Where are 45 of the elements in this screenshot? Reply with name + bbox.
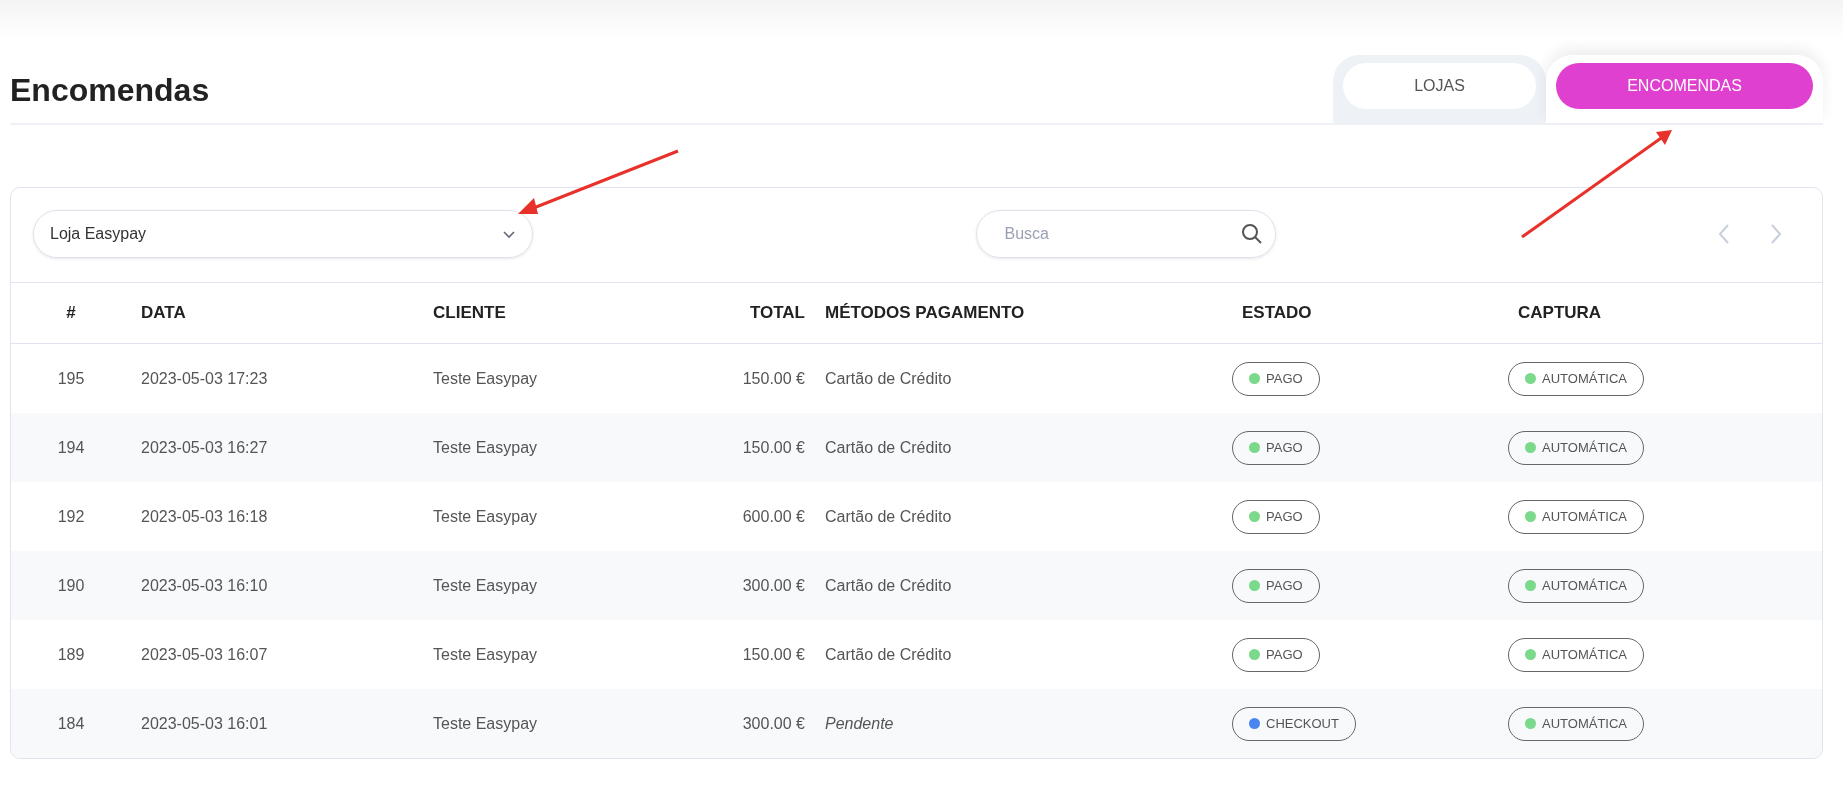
method-cell-text: Cartão de Crédito	[824, 369, 953, 388]
order-number: 189	[56, 645, 86, 664]
client-cell-text: Teste Easypay	[432, 507, 539, 526]
date-cell-text: 2023-05-03 16:01	[140, 714, 269, 733]
method-cell-text: Cartão de Crédito	[824, 645, 953, 664]
client-cell-text: Teste Easypay	[432, 714, 539, 733]
method-cell-text: Pendente	[824, 714, 895, 733]
column-header: #	[65, 303, 77, 323]
search-input[interactable]: Busca	[1002, 224, 1241, 244]
tab[interactable]: ENCOMENDAS	[1556, 63, 1813, 109]
next-page-button[interactable]	[1770, 223, 1782, 245]
client-cell-text: Teste Easypay	[432, 576, 539, 595]
column-header: CLIENTE	[432, 303, 507, 323]
date-cell-text: 2023-05-03 17:23	[140, 369, 269, 388]
total-cell-text: 150.00 €	[741, 645, 806, 664]
date-cell-text: 2023-05-03 16:27	[140, 438, 269, 457]
client-cell-text: Teste Easypay	[432, 645, 539, 664]
total-cell-text: 150.00 €	[741, 438, 806, 457]
method-cell-text: Cartão de Crédito	[824, 507, 953, 526]
page-title: Encomendas	[10, 72, 210, 109]
date-cell-text: 2023-05-03 16:18	[140, 507, 269, 526]
column-header: ESTADO	[1241, 303, 1313, 323]
order-number: 192	[56, 507, 86, 526]
order-number: 190	[56, 576, 86, 595]
client-cell-text: Teste Easypay	[432, 438, 539, 457]
search-icon	[1240, 223, 1263, 245]
order-number: 194	[56, 438, 86, 457]
total-cell-text: 300.00 €	[741, 714, 806, 733]
method-cell-text: Cartão de Crédito	[824, 438, 953, 457]
column-header: TOTAL	[748, 303, 806, 323]
total-cell-text: 150.00 €	[741, 369, 806, 388]
order-number: 195	[56, 369, 86, 388]
previous-page-button[interactable]	[1718, 223, 1730, 245]
order-number: 184	[56, 714, 86, 733]
method-cell-text: Cartão de Crédito	[824, 576, 953, 595]
column-header: DATA	[140, 303, 187, 323]
column-header: CAPTURA	[1517, 303, 1603, 323]
chevron-down-icon	[502, 229, 516, 239]
tab[interactable]: LOJAS	[1343, 63, 1536, 109]
column-header: MÉTODOS PAGAMENTO	[824, 303, 1026, 323]
client-cell-text: Teste Easypay	[432, 369, 539, 388]
total-cell-text: 600.00 €	[741, 507, 806, 526]
total-cell-text: 300.00 €	[741, 576, 806, 595]
date-cell-text: 2023-05-03 16:10	[140, 576, 269, 595]
date-cell-text: 2023-05-03 16:07	[140, 645, 269, 664]
